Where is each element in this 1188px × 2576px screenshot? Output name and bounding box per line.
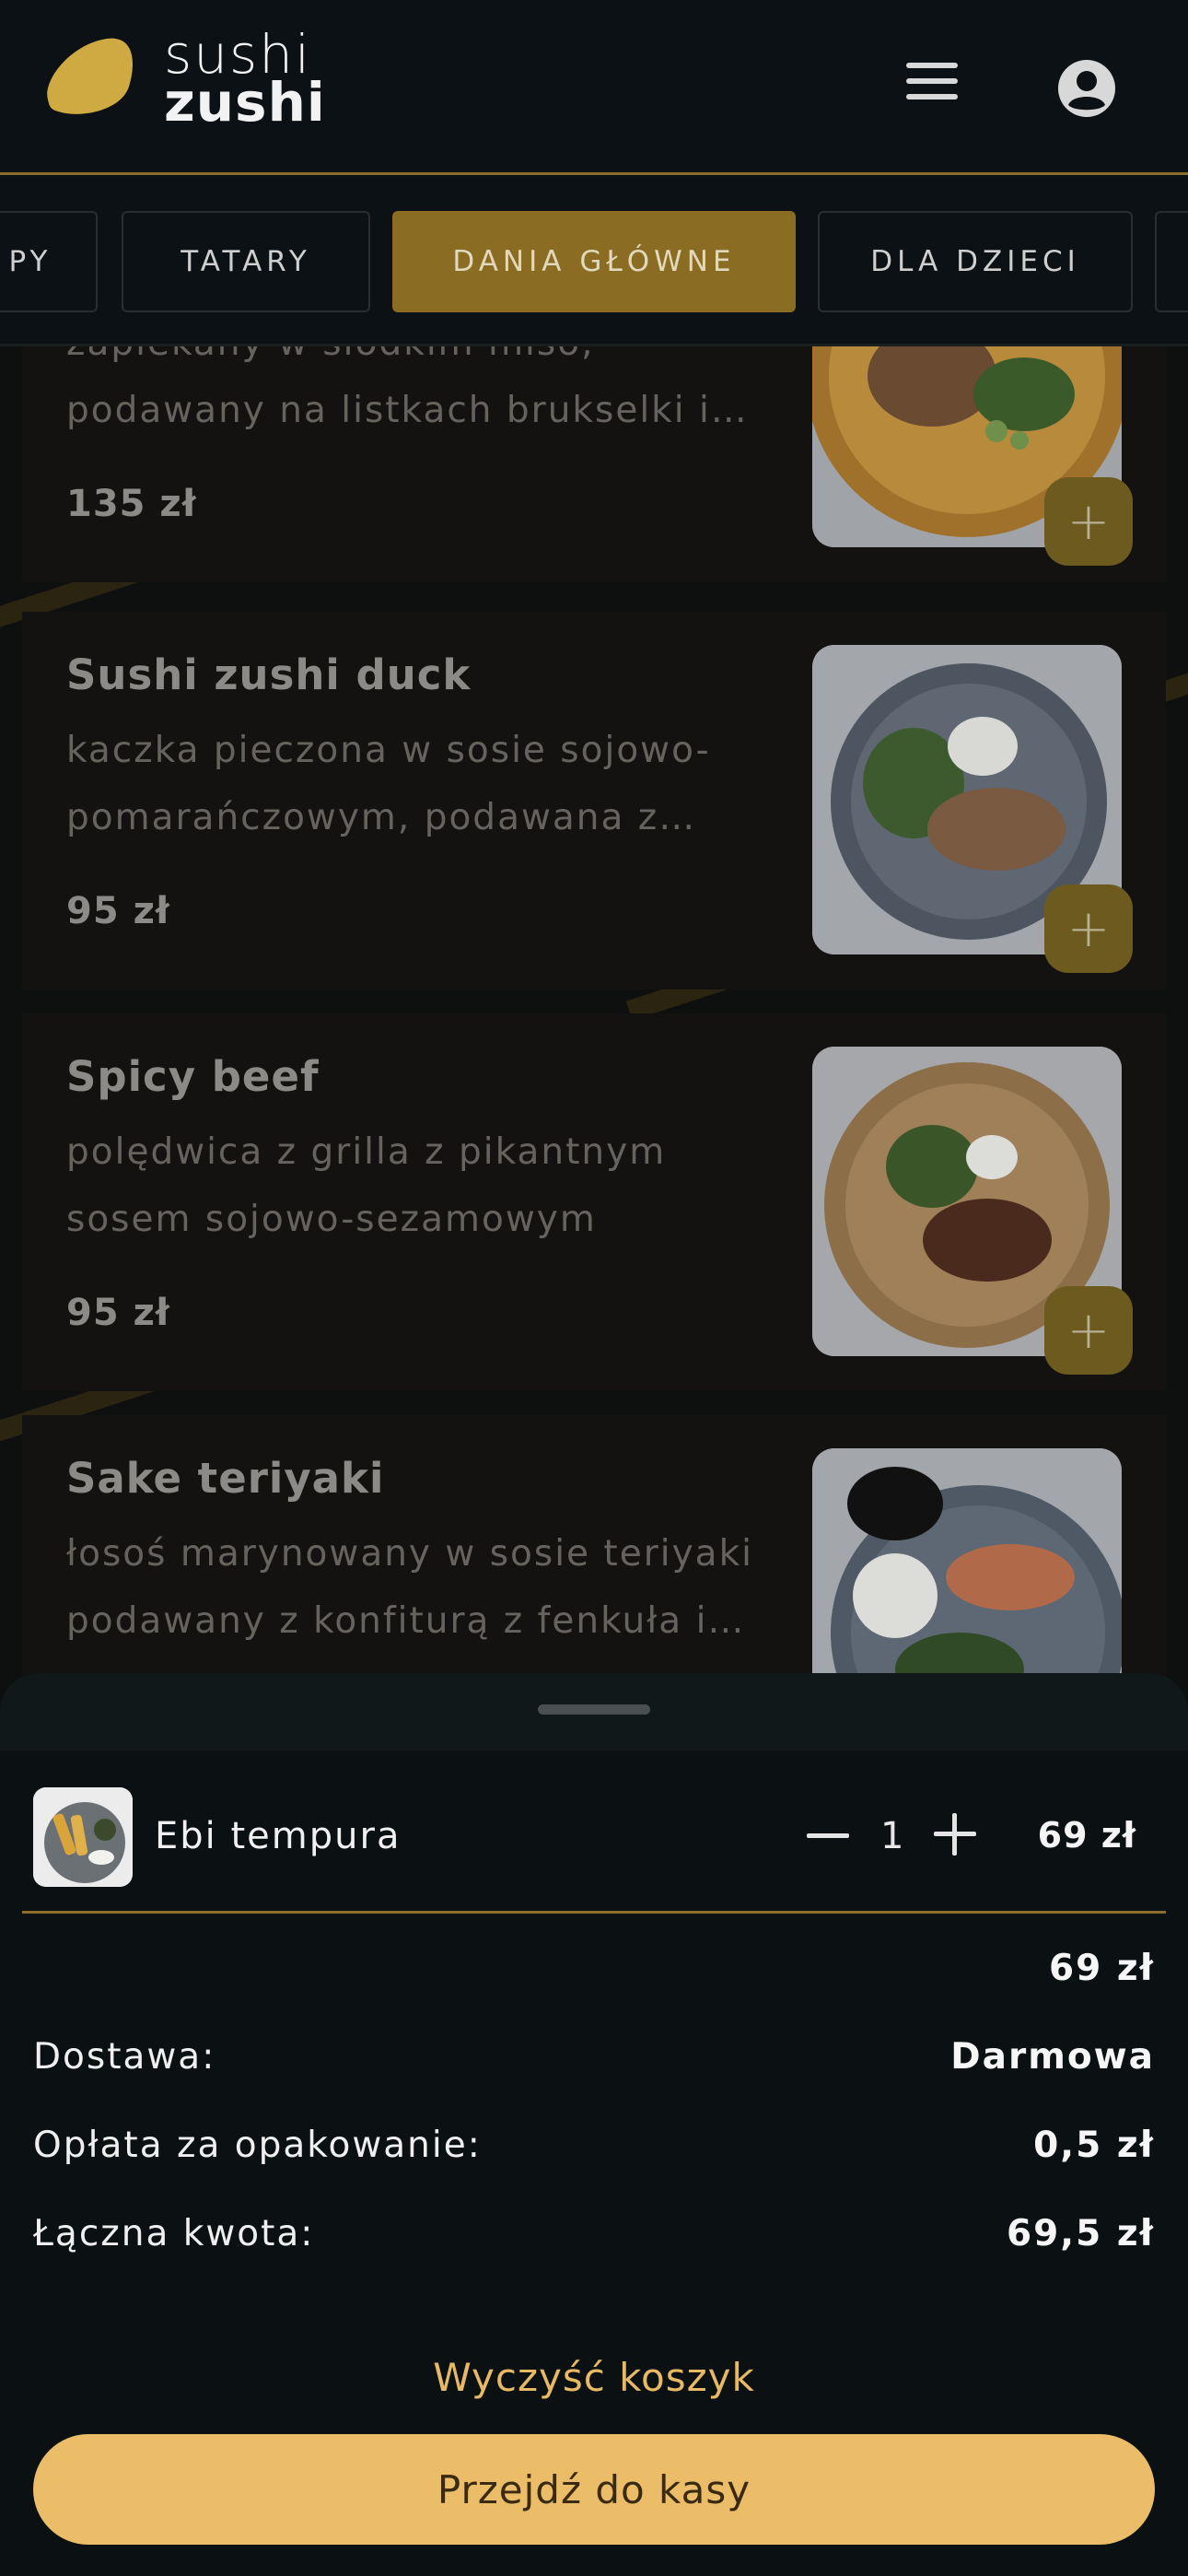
- item-description: polędwica z grilla z pikantnym sosem soj…: [66, 1131, 667, 1240]
- checkout-button[interactable]: Przejdź do kasy: [33, 2434, 1155, 2545]
- packaging-label: Opłata za opakowanie:: [33, 2125, 482, 2166]
- item-price: 95 zł: [66, 890, 170, 932]
- item-description: zapiekany w słodkim miso, podawany na li…: [66, 346, 749, 431]
- clear-cart-button[interactable]: Wyczyść koszyk: [0, 2355, 1188, 2410]
- total-value: 69,5 zł: [1007, 2213, 1155, 2254]
- total-row: Łączna kwota: 69,5 zł: [33, 2213, 1155, 2259]
- drag-handle[interactable]: [538, 1704, 650, 1715]
- delivery-value: Darmowa: [950, 2036, 1155, 2078]
- logo-icon[interactable]: [42, 35, 136, 118]
- tab-label: TATARY: [181, 245, 311, 278]
- menu-item-card[interactable]: zapiekany w słodkim miso, podawany na li…: [22, 346, 1166, 582]
- menu-item-card[interactable]: Sushi zushi duck kaczka pieczona w sosie…: [22, 612, 1166, 989]
- tab-label: DANIA GŁÓWNE: [452, 245, 736, 278]
- total-label: Łączna kwota:: [33, 2213, 315, 2254]
- tab-label: DLA DZIECI: [870, 245, 1080, 278]
- tab-label: PY: [8, 245, 52, 278]
- add-to-cart-button[interactable]: +: [1044, 477, 1133, 566]
- account-circle-icon[interactable]: [1057, 59, 1116, 118]
- increase-quantity-button[interactable]: [932, 1811, 978, 1857]
- divider: [22, 1911, 1166, 1914]
- delivery-label: Dostawa:: [33, 2036, 216, 2078]
- cart-sheet: Ebi tempura 1 69 zł 69 zł Dostawa: Darmo…: [0, 1673, 1188, 2576]
- menu-list: zapiekany w słodkim miso, podawany na li…: [0, 346, 1188, 1701]
- menu-item-card[interactable]: Sake teriyaki łosoś marynowany w sosie t…: [22, 1415, 1166, 1701]
- item-description: kaczka pieczona w sosie sojowo- pomarańc…: [66, 730, 711, 838]
- packaging-row: Opłata za opakowanie: 0,5 zł: [33, 2125, 1155, 2171]
- item-price: 135 zł: [66, 483, 197, 525]
- category-tabs: PY TATARY DANIA GŁÓWNE DLA DZIECI: [0, 178, 1188, 346]
- item-title: Spicy beef: [66, 1052, 320, 1101]
- subtotal-value: 69 zł: [1048, 1948, 1155, 1989]
- tab-category-prev[interactable]: PY: [0, 211, 98, 312]
- item-price: 95 zł: [66, 1292, 170, 1334]
- item-title: Sake teriyaki: [66, 1454, 385, 1503]
- cart-item-row: Ebi tempura 1 69 zł: [0, 1751, 1188, 1914]
- dish-image: [812, 1448, 1122, 1701]
- tab-tatary[interactable]: TATARY: [122, 211, 370, 312]
- tab-dla-dzieci[interactable]: DLA DZIECI: [818, 211, 1133, 312]
- tab-dania-glowne[interactable]: DANIA GŁÓWNE: [392, 211, 796, 312]
- item-description: łosoś marynowany w sosie teriyaki podawa…: [66, 1533, 753, 1642]
- add-to-cart-button[interactable]: +: [1044, 1286, 1133, 1375]
- tab-category-next[interactable]: [1155, 211, 1188, 312]
- quantity-value: 1: [880, 1815, 904, 1857]
- delivery-row: Dostawa: Darmowa: [33, 2036, 1155, 2082]
- brand-logo[interactable]: sushi zushi: [164, 28, 326, 129]
- cart-item-name: Ebi tempura: [155, 1815, 402, 1857]
- sheet-header: [0, 1673, 1188, 1751]
- subtotal-row: 69 zł: [33, 1948, 1155, 1994]
- cart-item-price: 69 zł: [1037, 1815, 1136, 1856]
- menu-item-card[interactable]: Spicy beef polędwica z grilla z pikantny…: [22, 1013, 1166, 1391]
- decrease-quantity-button[interactable]: [807, 1819, 853, 1856]
- app-header: sushi zushi: [0, 0, 1188, 175]
- add-to-cart-button[interactable]: +: [1044, 884, 1133, 973]
- logo-line-2: zushi: [164, 71, 326, 134]
- item-title: Sushi zushi duck: [66, 650, 472, 699]
- hamburger-menu-icon[interactable]: [906, 63, 961, 111]
- cart-item-thumbnail: [33, 1787, 133, 1887]
- packaging-value: 0,5 zł: [1033, 2125, 1155, 2166]
